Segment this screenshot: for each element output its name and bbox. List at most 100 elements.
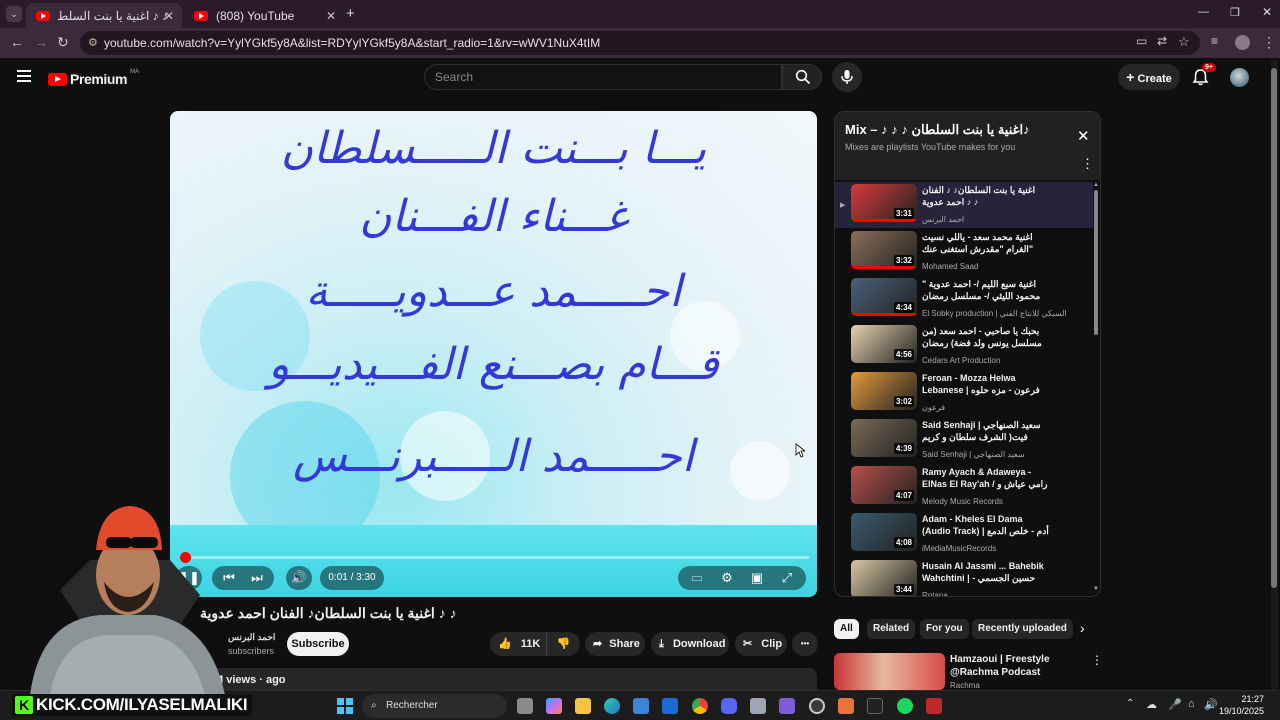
close-tab-icon[interactable]: ✕ bbox=[326, 9, 336, 23]
miniplayer-icon[interactable]: ▣ bbox=[742, 566, 772, 590]
onedrive-icon[interactable]: ☁ bbox=[1146, 698, 1157, 711]
url-field[interactable]: ⚙ youtube.com/watch?v=YylYGkf5y8A&list=R… bbox=[80, 31, 1200, 55]
store-icon[interactable] bbox=[633, 698, 649, 714]
bookmark-star-icon[interactable]: ☆ bbox=[1178, 34, 1190, 50]
reload-icon[interactable]: ↻ bbox=[57, 34, 69, 51]
site-info-icon[interactable]: ⚙ bbox=[88, 31, 98, 55]
close-tab-icon[interactable]: ✕ bbox=[164, 9, 174, 23]
playlist-item-thumbnail[interactable]: 4:08 bbox=[851, 513, 917, 551]
like-button[interactable]: 👍 11K bbox=[490, 632, 546, 656]
playlist-item-thumbnail[interactable]: 3:31 bbox=[851, 184, 917, 222]
playlist-item-thumbnail[interactable]: 3:32 bbox=[851, 231, 917, 269]
browser-menu-icon[interactable]: ⋮ bbox=[1262, 34, 1276, 51]
discord-icon[interactable] bbox=[721, 698, 737, 714]
windows-start-icon[interactable] bbox=[337, 698, 353, 714]
clip-button[interactable]: ✂ Clip bbox=[735, 632, 787, 656]
share-button[interactable]: ➦ Share bbox=[585, 632, 645, 656]
video-player[interactable]: يـــا بـــنت الـــــسلطان غـــناء الفـــ… bbox=[170, 111, 817, 597]
search-input[interactable]: Search bbox=[424, 64, 782, 90]
notifications-button[interactable]: 9+ bbox=[1192, 63, 1216, 88]
playlist-item[interactable]: 4:56 بحبك يا صاحبي - احمد سعد (من مسلسل ي… bbox=[835, 323, 1093, 369]
close-window-icon[interactable]: ✕ bbox=[1262, 5, 1272, 19]
playlist-scrollbar-thumb[interactable] bbox=[1094, 190, 1098, 335]
playlist-item-thumbnail[interactable]: 4:34 bbox=[851, 278, 917, 316]
chip-related[interactable]: Related bbox=[867, 619, 916, 639]
playlist-item-thumbnail[interactable]: 4:39 bbox=[851, 419, 917, 457]
playlist-item[interactable]: 4:39 Said Senhaji | سعيد الصنهاجي فيت( ال… bbox=[835, 417, 1093, 463]
task-view-icon[interactable] bbox=[517, 698, 533, 714]
recommended-video-title[interactable]: Hamzaoui | Freestyle @Rachma Podcast bbox=[950, 653, 1088, 679]
chip-recently-uploaded[interactable]: Recently uploaded bbox=[972, 619, 1073, 639]
playlist-item[interactable]: 4:08 Adam - Kheles El Dama (Audio Track) … bbox=[835, 511, 1093, 557]
taskbar-search-input[interactable]: ⌕ Rechercher bbox=[362, 694, 507, 718]
restore-window-icon[interactable]: ❐ bbox=[1230, 6, 1240, 19]
recommended-menu-icon[interactable]: ⋮ bbox=[1091, 653, 1103, 667]
playlist-scroll-up-icon[interactable]: ▲ bbox=[1093, 182, 1099, 188]
tab-youtube-home[interactable]: (808) YouTube ✕ bbox=[184, 3, 344, 28]
obs-icon[interactable] bbox=[809, 698, 825, 714]
playlist-item-thumbnail[interactable]: 4:07 bbox=[851, 466, 917, 504]
tab-list-button[interactable]: ⌄ bbox=[6, 6, 22, 22]
page-scrollbar[interactable] bbox=[1271, 60, 1278, 690]
game-controller-icon[interactable] bbox=[779, 698, 795, 714]
media-controls-icon[interactable]: ≡ bbox=[1211, 34, 1218, 48]
edge-icon[interactable] bbox=[604, 698, 620, 714]
forward-icon[interactable]: → bbox=[34, 34, 48, 50]
playlist-item[interactable]: 4:34 اغنية سبع الليم /- احمد عدوية " محمو… bbox=[835, 276, 1093, 322]
new-tab-button[interactable]: + bbox=[346, 5, 355, 22]
download-button[interactable]: ⤓ Download bbox=[651, 632, 729, 656]
playlist-item-thumbnail[interactable]: 3:44 bbox=[851, 560, 917, 596]
chip-for-you[interactable]: For you bbox=[920, 619, 969, 639]
recommended-video-channel[interactable]: Rachma bbox=[950, 681, 980, 690]
chips-next-arrow-icon[interactable]: › bbox=[1080, 620, 1085, 636]
app-dark-icon[interactable] bbox=[867, 698, 883, 714]
dislike-button[interactable]: 👎 bbox=[546, 632, 580, 656]
settings-gear-icon[interactable]: ⚙ bbox=[712, 566, 742, 590]
subtitles-icon[interactable]: ▭ bbox=[682, 566, 712, 590]
playlist-item[interactable]: 3:02 Feroan - Mozza Helwa Lebanese | فرعو… bbox=[835, 370, 1093, 416]
back-icon[interactable]: ← bbox=[10, 34, 24, 50]
playlist-scrollbar[interactable]: ▲ ▼ bbox=[1093, 182, 1099, 594]
playlist-scroll-down-icon[interactable]: ▼ bbox=[1093, 586, 1099, 592]
photos-icon[interactable] bbox=[750, 698, 766, 714]
file-explorer-icon[interactable] bbox=[575, 698, 591, 714]
playlist-item-thumbnail[interactable]: 4:56 bbox=[851, 325, 917, 363]
app-red-icon[interactable] bbox=[926, 698, 942, 714]
tab-current-video[interactable]: ♪ ♪ اغنية يا بنت السلطا (808) ✕ bbox=[26, 3, 182, 28]
search-button[interactable] bbox=[782, 64, 822, 90]
microphone-tray-icon[interactable]: 🎤 bbox=[1168, 698, 1182, 711]
minimize-window-icon[interactable]: — bbox=[1198, 6, 1209, 18]
playlist-item[interactable]: 3:44 Husain Al Jassmi ... Bahebik Wahchti… bbox=[835, 558, 1093, 596]
copilot-icon[interactable] bbox=[546, 698, 562, 714]
playlist-item[interactable]: 4:07 Ramy Ayach & Adaweya - ElNas El Ray'… bbox=[835, 464, 1093, 510]
account-avatar[interactable] bbox=[1230, 68, 1249, 87]
youtube-logo[interactable]: Premium MA bbox=[48, 69, 139, 89]
playlist-item[interactable]: ▶ 3:31 اغنية يا بنت السلطان♪ ♪ الفنان احمد… bbox=[835, 182, 1093, 228]
clock-time[interactable]: 21:27 bbox=[1228, 694, 1264, 704]
clock-date[interactable]: 19/10/2025 bbox=[1216, 706, 1264, 716]
playlist-item-thumbnail[interactable]: 3:02 bbox=[851, 372, 917, 410]
create-button[interactable]: + Create bbox=[1118, 64, 1180, 90]
voice-search-button[interactable] bbox=[832, 62, 862, 92]
subscribe-button[interactable]: Subscribe bbox=[287, 632, 349, 656]
outlook-icon[interactable] bbox=[662, 698, 678, 714]
fullscreen-icon[interactable]: ⤢ bbox=[772, 566, 802, 590]
chip-all[interactable]: All bbox=[834, 619, 859, 639]
app-orange-icon[interactable] bbox=[838, 698, 854, 714]
video-progress-bar[interactable] bbox=[180, 552, 809, 563]
translate-icon[interactable]: ⇄ bbox=[1157, 34, 1167, 48]
chrome-icon[interactable] bbox=[692, 698, 708, 714]
tray-chevron-icon[interactable]: ⌃ bbox=[1126, 698, 1134, 709]
profile-avatar[interactable] bbox=[1235, 35, 1250, 50]
close-playlist-icon[interactable]: ✕ bbox=[1077, 127, 1090, 145]
playlist-item[interactable]: 3:32 اغنية محمد سعد - ياللي نسيت الغرام "… bbox=[835, 229, 1093, 275]
spotify-icon[interactable] bbox=[897, 698, 913, 714]
more-actions-button[interactable]: ••• bbox=[792, 632, 818, 656]
hamburger-menu-icon[interactable] bbox=[17, 70, 31, 82]
recommended-video-thumbnail[interactable] bbox=[834, 653, 945, 690]
cast-icon[interactable]: ▭ bbox=[1136, 34, 1147, 48]
page-scrollbar-thumb[interactable] bbox=[1271, 68, 1277, 588]
volume-button[interactable]: 🔊 bbox=[286, 566, 312, 590]
playlist-menu-icon[interactable]: ⋮ bbox=[1081, 156, 1094, 172]
network-icon[interactable]: ⌂ bbox=[1188, 698, 1195, 710]
